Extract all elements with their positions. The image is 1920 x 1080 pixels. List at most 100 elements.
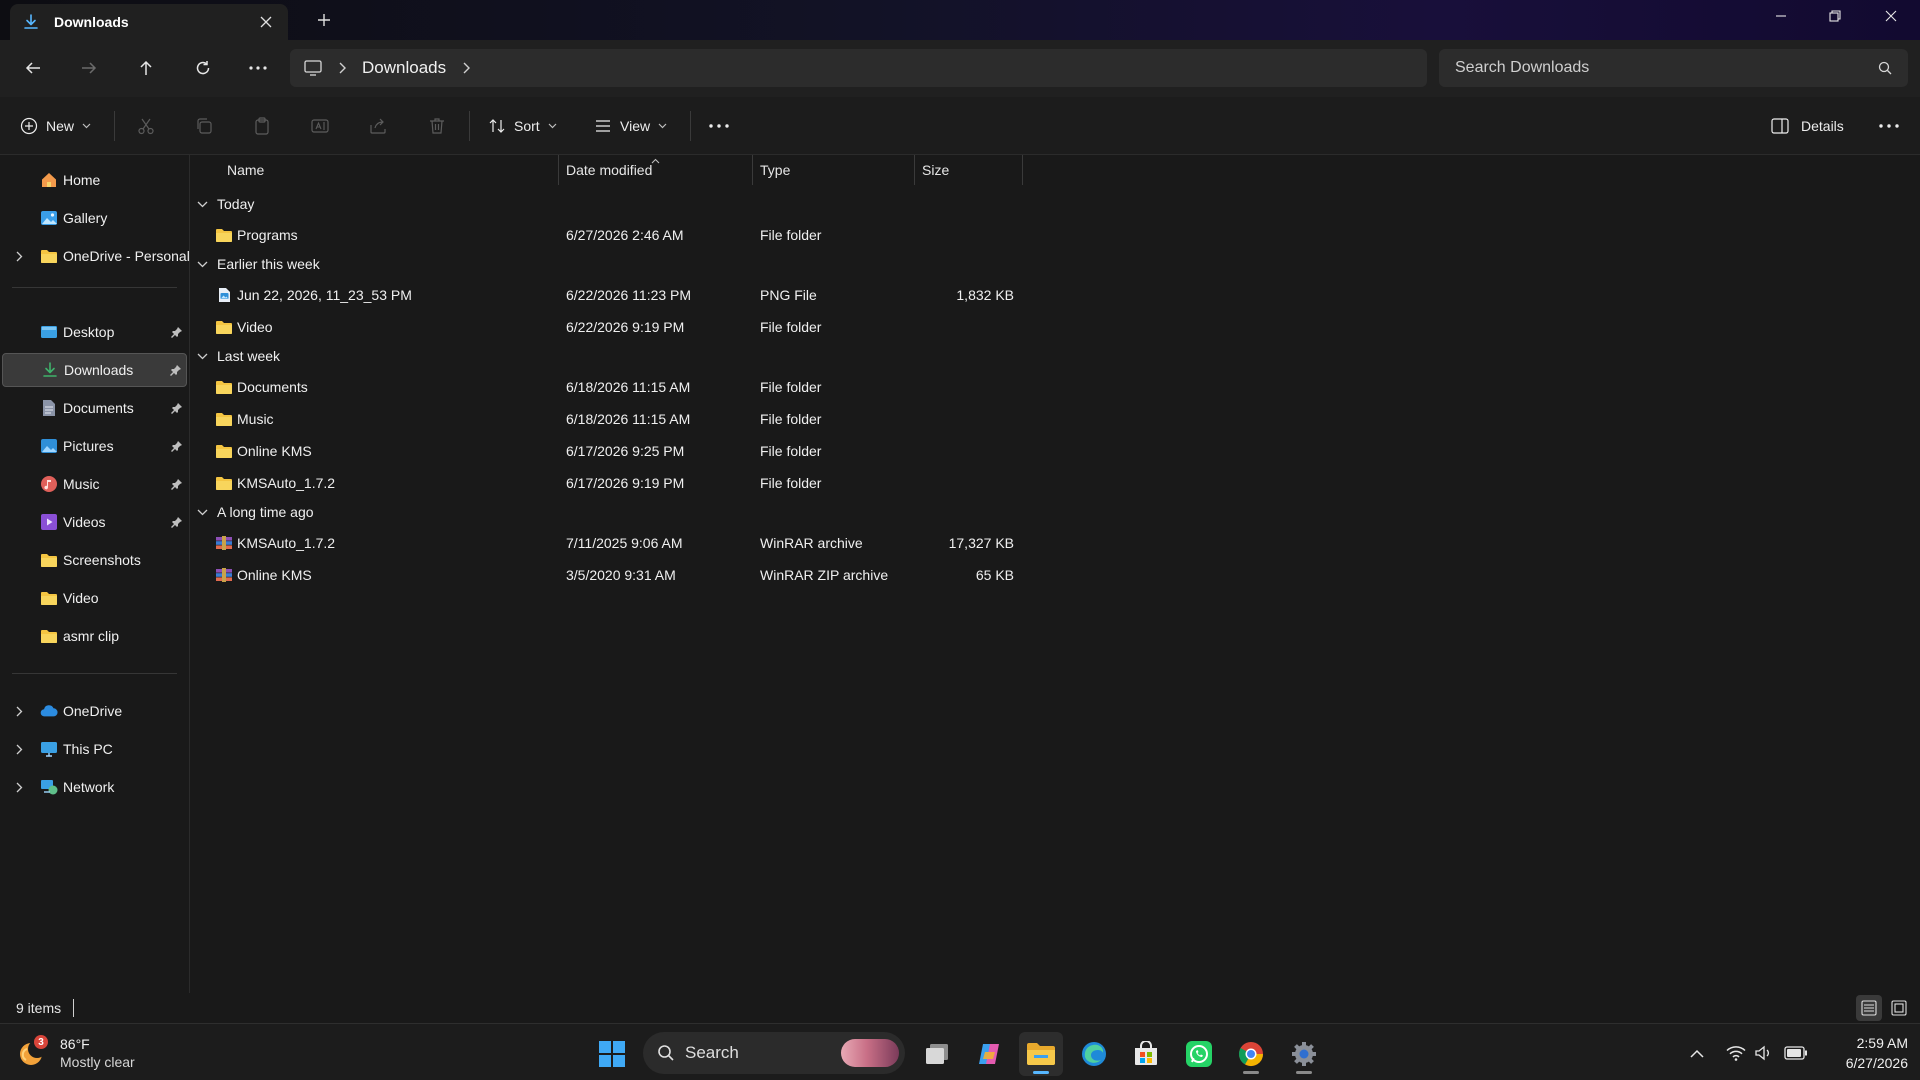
pin-icon[interactable] xyxy=(171,326,183,338)
table-row[interactable]: Video 6/22/2026 9:19 PM File folder xyxy=(211,312,1211,342)
sidebar-item-documents[interactable]: Documents xyxy=(2,391,187,425)
refresh-button[interactable] xyxy=(184,50,222,86)
sidebar-item-onedrive[interactable]: OneDrive xyxy=(2,694,187,728)
column-divider[interactable] xyxy=(752,155,753,185)
forward-button[interactable] xyxy=(70,50,108,86)
sidebar-item-videos[interactable]: Videos xyxy=(2,505,187,539)
chevron-right-icon[interactable] xyxy=(12,706,26,717)
pc-icon[interactable] xyxy=(304,60,322,76)
table-row[interactable]: Music 6/18/2026 11:15 AM File folder xyxy=(211,404,1211,434)
new-tab-button[interactable] xyxy=(310,8,338,32)
taskbar-search[interactable]: Search xyxy=(643,1032,905,1074)
sort-button[interactable]: Sort xyxy=(488,109,557,143)
group-header-last-week[interactable]: Last week xyxy=(197,344,280,368)
column-header-date-modified[interactable]: Date modified xyxy=(566,155,652,185)
sidebar-item-network[interactable]: Network xyxy=(2,770,187,804)
column-divider[interactable] xyxy=(914,155,915,185)
sidebar-item-this-pc[interactable]: This PC xyxy=(2,732,187,766)
chevron-down-icon[interactable] xyxy=(197,509,211,516)
delete-button[interactable] xyxy=(428,109,446,143)
see-more-button[interactable] xyxy=(709,109,729,143)
pin-icon[interactable] xyxy=(171,402,183,414)
pin-icon[interactable] xyxy=(171,516,183,528)
sidebar-item-video[interactable]: Video xyxy=(2,581,187,615)
sidebar-item-desktop[interactable]: Desktop xyxy=(2,315,187,349)
sidebar-item-downloads[interactable]: Downloads xyxy=(2,353,187,387)
chevron-down-icon[interactable] xyxy=(197,261,211,268)
chevron-right-icon[interactable] xyxy=(12,251,26,262)
clock[interactable]: 2:59 AM 6/27/2026 xyxy=(1818,1033,1908,1073)
file-explorer-taskbar-button[interactable] xyxy=(1019,1032,1063,1076)
settings-button[interactable] xyxy=(1282,1032,1326,1076)
battery-button[interactable] xyxy=(1782,1038,1810,1068)
cut-button[interactable] xyxy=(137,109,155,143)
back-button[interactable] xyxy=(14,50,52,86)
pin-icon[interactable] xyxy=(171,440,183,452)
group-header-a-long-time-ago[interactable]: A long time ago xyxy=(197,500,314,524)
more-nav-button[interactable] xyxy=(239,50,277,86)
chrome-button[interactable] xyxy=(1229,1032,1273,1076)
table-row[interactable]: Online KMS 6/17/2026 9:25 PM File folder xyxy=(211,436,1211,466)
sidebar-item-screenshots[interactable]: Screenshots xyxy=(2,543,187,577)
table-row[interactable]: KMSAuto_1.7.2 6/17/2026 9:19 PM File fol… xyxy=(211,468,1211,498)
search-icon[interactable] xyxy=(1878,61,1892,75)
minimize-button[interactable] xyxy=(1754,0,1808,32)
share-button[interactable] xyxy=(369,109,387,143)
task-view-button[interactable] xyxy=(915,1032,959,1076)
paste-button[interactable] xyxy=(253,109,271,143)
pin-icon[interactable] xyxy=(170,364,182,376)
store-button[interactable] xyxy=(1124,1032,1168,1076)
large-icons-view-button[interactable] xyxy=(1886,995,1912,1021)
table-row[interactable]: Online KMS 3/5/2020 9:31 AM WinRAR ZIP a… xyxy=(211,560,1211,590)
sidebar-item-home[interactable]: Home xyxy=(2,163,187,197)
file-type: File folder xyxy=(760,411,822,427)
rename-button[interactable] xyxy=(311,109,329,143)
chevron-right-icon[interactable] xyxy=(12,744,26,755)
column-header-type[interactable]: Type xyxy=(760,155,790,185)
tab-downloads[interactable]: Downloads xyxy=(10,4,288,40)
sidebar-item-onedrive-personal[interactable]: OneDrive - Personal xyxy=(2,239,190,273)
table-row[interactable]: Programs 6/27/2026 2:46 AM File folder xyxy=(211,220,1211,250)
pin-icon[interactable] xyxy=(171,478,183,490)
view-button[interactable]: View xyxy=(594,109,667,143)
chevron-right-icon[interactable] xyxy=(338,62,346,74)
up-button[interactable] xyxy=(127,50,165,86)
group-header-today[interactable]: Today xyxy=(197,192,254,216)
start-button[interactable] xyxy=(590,1032,634,1076)
table-row[interactable]: Documents 6/18/2026 11:15 AM File folder xyxy=(211,372,1211,402)
column-divider[interactable] xyxy=(558,155,559,185)
copy-button[interactable] xyxy=(195,109,213,143)
column-header-name[interactable]: Name xyxy=(227,155,264,185)
breadcrumb-downloads[interactable]: Downloads xyxy=(362,58,446,78)
chevron-down-icon[interactable] xyxy=(197,201,211,208)
weather-widget[interactable]: 3 86°F Mostly clear xyxy=(18,1032,135,1074)
tab-close-icon[interactable] xyxy=(256,12,276,32)
close-button[interactable] xyxy=(1864,0,1918,32)
group-header-earlier-this-week[interactable]: Earlier this week xyxy=(197,252,320,276)
running-indicator xyxy=(1243,1071,1259,1074)
chevron-right-icon[interactable] xyxy=(12,782,26,793)
sidebar-item-gallery[interactable]: Gallery xyxy=(2,201,187,235)
details-pane-button[interactable]: Details xyxy=(1771,109,1844,143)
sidebar-item-music[interactable]: Music xyxy=(2,467,187,501)
whatsapp-button[interactable] xyxy=(1177,1032,1221,1076)
edge-button[interactable] xyxy=(1072,1032,1116,1076)
table-row[interactable]: Jun 22, 2026, 11_23_53 PM 6/22/2026 11:2… xyxy=(211,280,1211,310)
column-header-size[interactable]: Size xyxy=(922,155,949,185)
restore-button[interactable] xyxy=(1808,0,1862,32)
new-button[interactable]: New xyxy=(20,109,91,143)
search-input[interactable]: Search Downloads xyxy=(1439,49,1908,87)
show-hidden-icons-button[interactable] xyxy=(1683,1038,1711,1068)
volume-button[interactable] xyxy=(1750,1038,1778,1068)
column-divider[interactable] xyxy=(1022,155,1023,185)
sidebar-item-pictures[interactable]: Pictures xyxy=(2,429,187,463)
chevron-right-icon[interactable] xyxy=(462,62,471,74)
sidebar-item-asmr-clip[interactable]: asmr clip xyxy=(2,619,187,653)
chevron-down-icon[interactable] xyxy=(197,353,211,360)
wifi-button[interactable] xyxy=(1722,1038,1750,1068)
address-bar[interactable]: Downloads xyxy=(290,49,1427,87)
copilot-button[interactable] xyxy=(967,1032,1011,1076)
details-view-button[interactable] xyxy=(1856,995,1882,1021)
more-options-button[interactable] xyxy=(1879,109,1899,143)
table-row[interactable]: KMSAuto_1.7.2 7/11/2025 9:06 AM WinRAR a… xyxy=(211,528,1211,558)
